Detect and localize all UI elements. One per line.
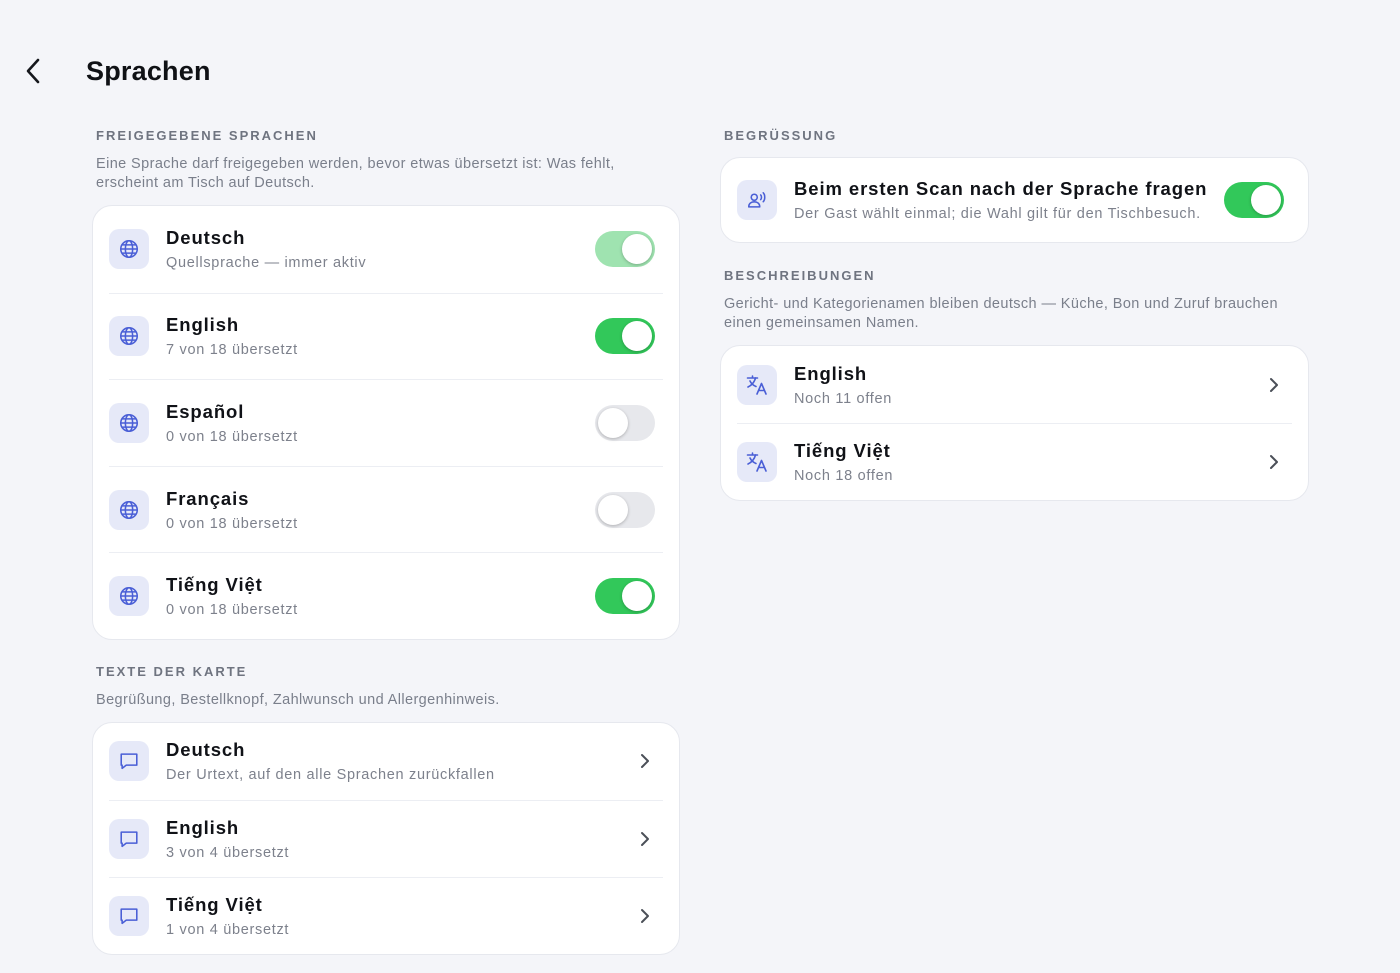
language-title: Español [166,400,245,422]
descriptions-card: English Noch 11 offen Tiếng Việt Noch 18… [720,345,1309,501]
header: Sprachen [0,0,1400,130]
chevron-right-icon [635,751,655,771]
left-column: FREIGEGEBENE SPRACHEN Eine Sprache darf … [92,128,680,955]
language-row-text: English 7 von 18 übersetzt [166,314,595,358]
speaking-person-icon [737,180,777,220]
card-text-title: Deutsch [166,739,246,761]
toggle-knob [622,321,652,352]
language-toggle-english[interactable] [595,318,655,355]
toggle-knob [598,494,628,525]
language-row-text: Tiếng Việt 0 von 18 übersetzt [166,574,595,618]
language-row-francais: Français 0 von 18 übersetzt [109,465,663,553]
language-toggle-francais[interactable] [595,491,655,528]
card-text-row-english[interactable]: English 3 von 4 übersetzt [109,799,663,877]
language-title: Tiếng Việt [166,574,263,596]
language-row-english: English 7 von 18 übersetzt [109,292,663,380]
right-column: BEGRÜSSUNG Beim ersten Scan nach der Spr… [720,128,1309,501]
card-text-subtitle: Der Urtext, auf den alle Sprachen zurück… [166,767,495,784]
greeting-subtitle: Der Gast wählt einmal; die Wahl gilt für… [794,206,1201,222]
chat-bubble-icon [109,741,149,782]
toggle-knob [1251,185,1281,215]
chevron-right-icon [1264,375,1284,395]
section-label-descriptions: BESCHREIBUNGEN [724,268,876,283]
toggle-knob [622,234,652,265]
translate-icon [737,442,777,482]
section-description-card-texts: Begrüßung, Bestellknopf, Zahlwunsch und … [96,691,500,708]
language-title: Français [166,487,250,509]
description-row-english[interactable]: English Noch 11 offen [737,346,1292,423]
globe-icon [109,576,149,617]
greeting-row: Beim ersten Scan nach der Sprache fragen… [737,158,1292,242]
language-toggle-deutsch[interactable] [595,231,655,268]
language-row-text: Español 0 von 18 übersetzt [166,401,595,445]
greeting-card: Beim ersten Scan nach der Sprache fragen… [720,157,1309,243]
description-title: Tiếng Việt [794,440,891,461]
language-title: English [166,314,240,336]
card-text-title: English [166,816,240,838]
translate-icon [737,364,777,405]
description-row-text: English Noch 11 offen [794,363,1264,407]
section-label-card-texts: TEXTE DER KARTE [96,663,248,679]
chat-bubble-icon [109,895,149,936]
language-row-tieng-viet: Tiếng Việt 0 von 18 übersetzt [109,552,663,639]
language-subtitle: Quellsprache — immer aktiv [166,255,367,272]
globe-icon [109,316,149,357]
greeting-title: Beim ersten Scan nach der Sprache fragen [794,178,1208,199]
card-text-subtitle: 3 von 4 übersetzt [166,844,290,861]
language-subtitle: 0 von 18 übersetzt [166,428,298,445]
card-text-subtitle: 1 von 4 übersetzt [166,921,290,938]
language-subtitle: 0 von 18 übersetzt [166,602,298,619]
language-title: Deutsch [166,227,246,249]
languages-card: Deutsch Quellsprache — immer aktiv Engli… [92,205,680,640]
card-text-row-deutsch[interactable]: Deutsch Der Urtext, auf den alle Sprache… [109,723,663,800]
language-toggle-tieng-viet[interactable] [595,578,655,615]
language-row-text: Deutsch Quellsprache — immer aktiv [166,227,595,271]
card-text-row-text: Deutsch Der Urtext, auf den alle Sprache… [166,739,635,783]
greeting-row-text: Beim ersten Scan nach der Sprache fragen… [794,178,1224,222]
description-row-tieng-viet[interactable]: Tiếng Việt Noch 18 offen [737,423,1292,500]
card-text-row-text: English 3 von 4 übersetzt [166,817,635,861]
globe-icon [109,229,149,270]
language-toggle-espanol[interactable] [595,404,655,441]
page-title: Sprachen [86,56,211,86]
card-text-row-text: Tiếng Việt 1 von 4 übersetzt [166,894,635,938]
chevron-left-icon [26,58,40,84]
chevron-right-icon [635,829,655,849]
chevron-right-icon [635,906,655,926]
card-texts-card: Deutsch Der Urtext, auf den alle Sprache… [92,721,680,955]
description-subtitle: Noch 18 offen [794,468,894,484]
card-text-row-tieng-viet[interactable]: Tiếng Việt 1 von 4 übersetzt [109,876,663,954]
section-description-descriptions: Gericht- und Kategorienamen bleiben deut… [724,296,1278,331]
chevron-right-icon [1264,452,1284,472]
section-label-greeting: BEGRÜSSUNG [724,128,838,143]
section-description-languages: Eine Sprache darf freigegeben werden, be… [96,156,615,191]
language-row-text: Français 0 von 18 übersetzt [166,488,595,532]
section-label-languages: FREIGEGEBENE SPRACHEN [96,128,318,143]
language-row-espanol: Español 0 von 18 übersetzt [109,379,663,466]
globe-icon [109,402,149,443]
toggle-knob [598,407,628,438]
card-text-title: Tiếng Việt [166,893,263,915]
chat-bubble-icon [109,818,149,859]
language-subtitle: 7 von 18 übersetzt [166,342,298,359]
greeting-toggle[interactable] [1224,182,1284,218]
description-subtitle: Noch 11 offen [794,390,893,407]
description-title: English [794,362,868,384]
language-subtitle: 0 von 18 übersetzt [166,515,298,532]
description-row-text: Tiếng Việt Noch 18 offen [794,440,1264,484]
toggle-knob [622,581,652,612]
language-row-deutsch: Deutsch Quellsprache — immer aktiv [109,206,663,293]
back-button[interactable] [18,54,50,88]
globe-icon [109,489,149,530]
